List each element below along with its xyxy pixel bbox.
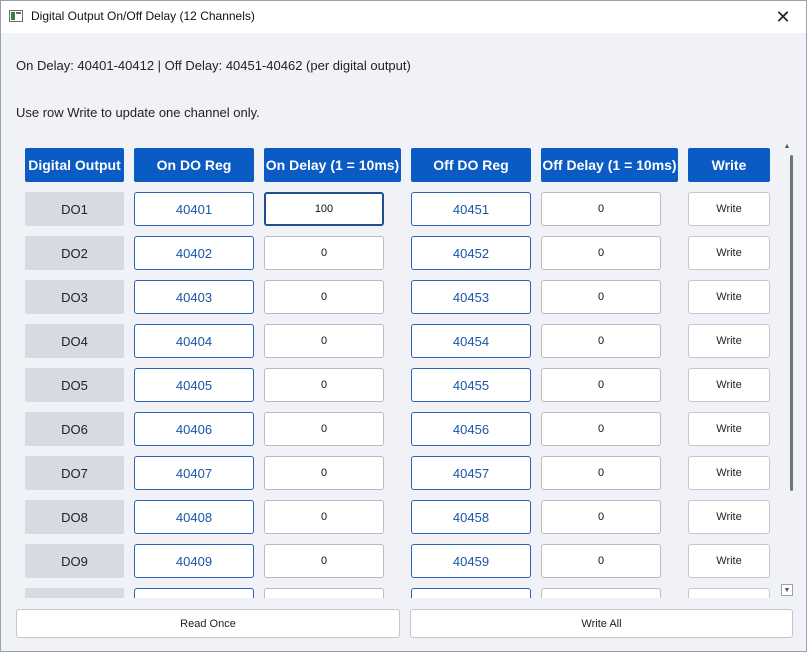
table-row: DO6 40406 40456 Write <box>1 411 781 447</box>
digital-output-label: DO3 <box>25 280 124 314</box>
scrollbar-thumb[interactable] <box>790 155 793 491</box>
off-do-reg-field[interactable]: 40451 <box>411 192 531 226</box>
row-write-button[interactable]: Write <box>688 544 770 578</box>
digital-output-label: DO2 <box>25 236 124 270</box>
off-do-reg-field[interactable]: 40458 <box>411 500 531 534</box>
table-row: DO7 40407 40457 Write <box>1 455 781 491</box>
header-on-delay: On Delay (1 = 10ms) <box>264 148 401 182</box>
header-write: Write <box>688 148 770 182</box>
header-off-do-reg: Off DO Reg <box>411 148 531 182</box>
on-do-reg-field[interactable]: 40404 <box>134 324 254 358</box>
header-on-do-reg: On DO Reg <box>134 148 254 182</box>
on-delay-input[interactable] <box>264 412 384 446</box>
on-delay-input[interactable] <box>264 544 384 578</box>
table-row: DO1 40401 40451 Write <box>1 191 781 227</box>
table-row <box>1 587 781 598</box>
digital-output-label: DO9 <box>25 544 124 578</box>
on-delay-input[interactable] <box>264 192 384 226</box>
table-row: DO4 40404 40454 Write <box>1 323 781 359</box>
on-delay-input[interactable] <box>264 588 384 598</box>
register-range-info: On Delay: 40401-40412 | Off Delay: 40451… <box>16 58 411 73</box>
off-delay-input[interactable] <box>541 280 661 314</box>
usage-hint: Use row Write to update one channel only… <box>16 105 260 120</box>
close-button[interactable]: ✕ <box>760 1 806 33</box>
row-write-button[interactable]: Write <box>688 412 770 446</box>
scroll-down-arrow-icon[interactable]: ▼ <box>781 584 793 596</box>
off-delay-input[interactable] <box>541 324 661 358</box>
row-write-button[interactable]: Write <box>688 280 770 314</box>
read-once-button[interactable]: Read Once <box>16 609 400 638</box>
off-do-reg-field[interactable]: 40454 <box>411 324 531 358</box>
row-write-button[interactable]: Write <box>688 500 770 534</box>
digital-output-label: DO4 <box>25 324 124 358</box>
off-do-reg-field[interactable] <box>411 588 531 598</box>
on-do-reg-field[interactable]: 40402 <box>134 236 254 270</box>
scroll-up-arrow-icon[interactable]: ▲ <box>781 141 793 153</box>
digital-output-label: DO8 <box>25 500 124 534</box>
on-do-reg-field[interactable]: 40408 <box>134 500 254 534</box>
on-do-reg-field[interactable]: 40406 <box>134 412 254 446</box>
off-delay-input[interactable] <box>541 368 661 402</box>
row-write-button[interactable] <box>688 588 770 598</box>
off-delay-input[interactable] <box>541 500 661 534</box>
window-title: Digital Output On/Off Delay (12 Channels… <box>31 9 255 23</box>
on-delay-input[interactable] <box>264 280 384 314</box>
table-row: DO9 40409 40459 Write <box>1 543 781 579</box>
off-do-reg-field[interactable]: 40456 <box>411 412 531 446</box>
on-do-reg-field[interactable]: 40403 <box>134 280 254 314</box>
table-row: DO2 40402 40452 Write <box>1 235 781 271</box>
on-do-reg-field[interactable]: 40407 <box>134 456 254 490</box>
off-do-reg-field[interactable]: 40452 <box>411 236 531 270</box>
off-do-reg-field[interactable]: 40457 <box>411 456 531 490</box>
off-delay-input[interactable] <box>541 412 661 446</box>
off-delay-input[interactable] <box>541 544 661 578</box>
off-do-reg-field[interactable]: 40455 <box>411 368 531 402</box>
dialog-window: Digital Output On/Off Delay (12 Channels… <box>0 0 807 652</box>
off-delay-input[interactable] <box>541 456 661 490</box>
title-bar: Digital Output On/Off Delay (12 Channels… <box>1 1 806 33</box>
header-digital-output: Digital Output <box>25 148 124 182</box>
on-delay-input[interactable] <box>264 236 384 270</box>
write-all-button[interactable]: Write All <box>410 609 793 638</box>
row-write-button[interactable]: Write <box>688 368 770 402</box>
on-do-reg-field[interactable]: 40409 <box>134 544 254 578</box>
vertical-scrollbar[interactable]: ▲ ▼ <box>780 141 794 598</box>
digital-output-label: DO5 <box>25 368 124 402</box>
on-do-reg-field[interactable]: 40405 <box>134 368 254 402</box>
table-row: DO5 40405 40455 Write <box>1 367 781 403</box>
on-do-reg-field[interactable]: 40401 <box>134 192 254 226</box>
on-delay-input[interactable] <box>264 324 384 358</box>
table-row: DO3 40403 40453 Write <box>1 279 781 315</box>
row-write-button[interactable]: Write <box>688 192 770 226</box>
on-do-reg-field[interactable] <box>134 588 254 598</box>
digital-output-label: DO7 <box>25 456 124 490</box>
row-write-button[interactable]: Write <box>688 456 770 490</box>
off-do-reg-field[interactable]: 40459 <box>411 544 531 578</box>
off-do-reg-field[interactable]: 40453 <box>411 280 531 314</box>
channel-table: DO1 40401 40451 Write DO2 40402 40452 Write DO3 4… <box>1 187 781 598</box>
on-delay-input[interactable] <box>264 368 384 402</box>
table-row: DO8 40408 40458 Write <box>1 499 781 535</box>
digital-output-label <box>25 588 124 598</box>
row-write-button[interactable]: Write <box>688 236 770 270</box>
digital-output-label: DO6 <box>25 412 124 446</box>
off-delay-input[interactable] <box>541 236 661 270</box>
app-icon <box>9 10 23 22</box>
on-delay-input[interactable] <box>264 500 384 534</box>
row-write-button[interactable]: Write <box>688 324 770 358</box>
on-delay-input[interactable] <box>264 456 384 490</box>
digital-output-label: DO1 <box>25 192 124 226</box>
header-off-delay: Off Delay (1 = 10ms) <box>541 148 678 182</box>
off-delay-input[interactable] <box>541 192 661 226</box>
off-delay-input[interactable] <box>541 588 661 598</box>
